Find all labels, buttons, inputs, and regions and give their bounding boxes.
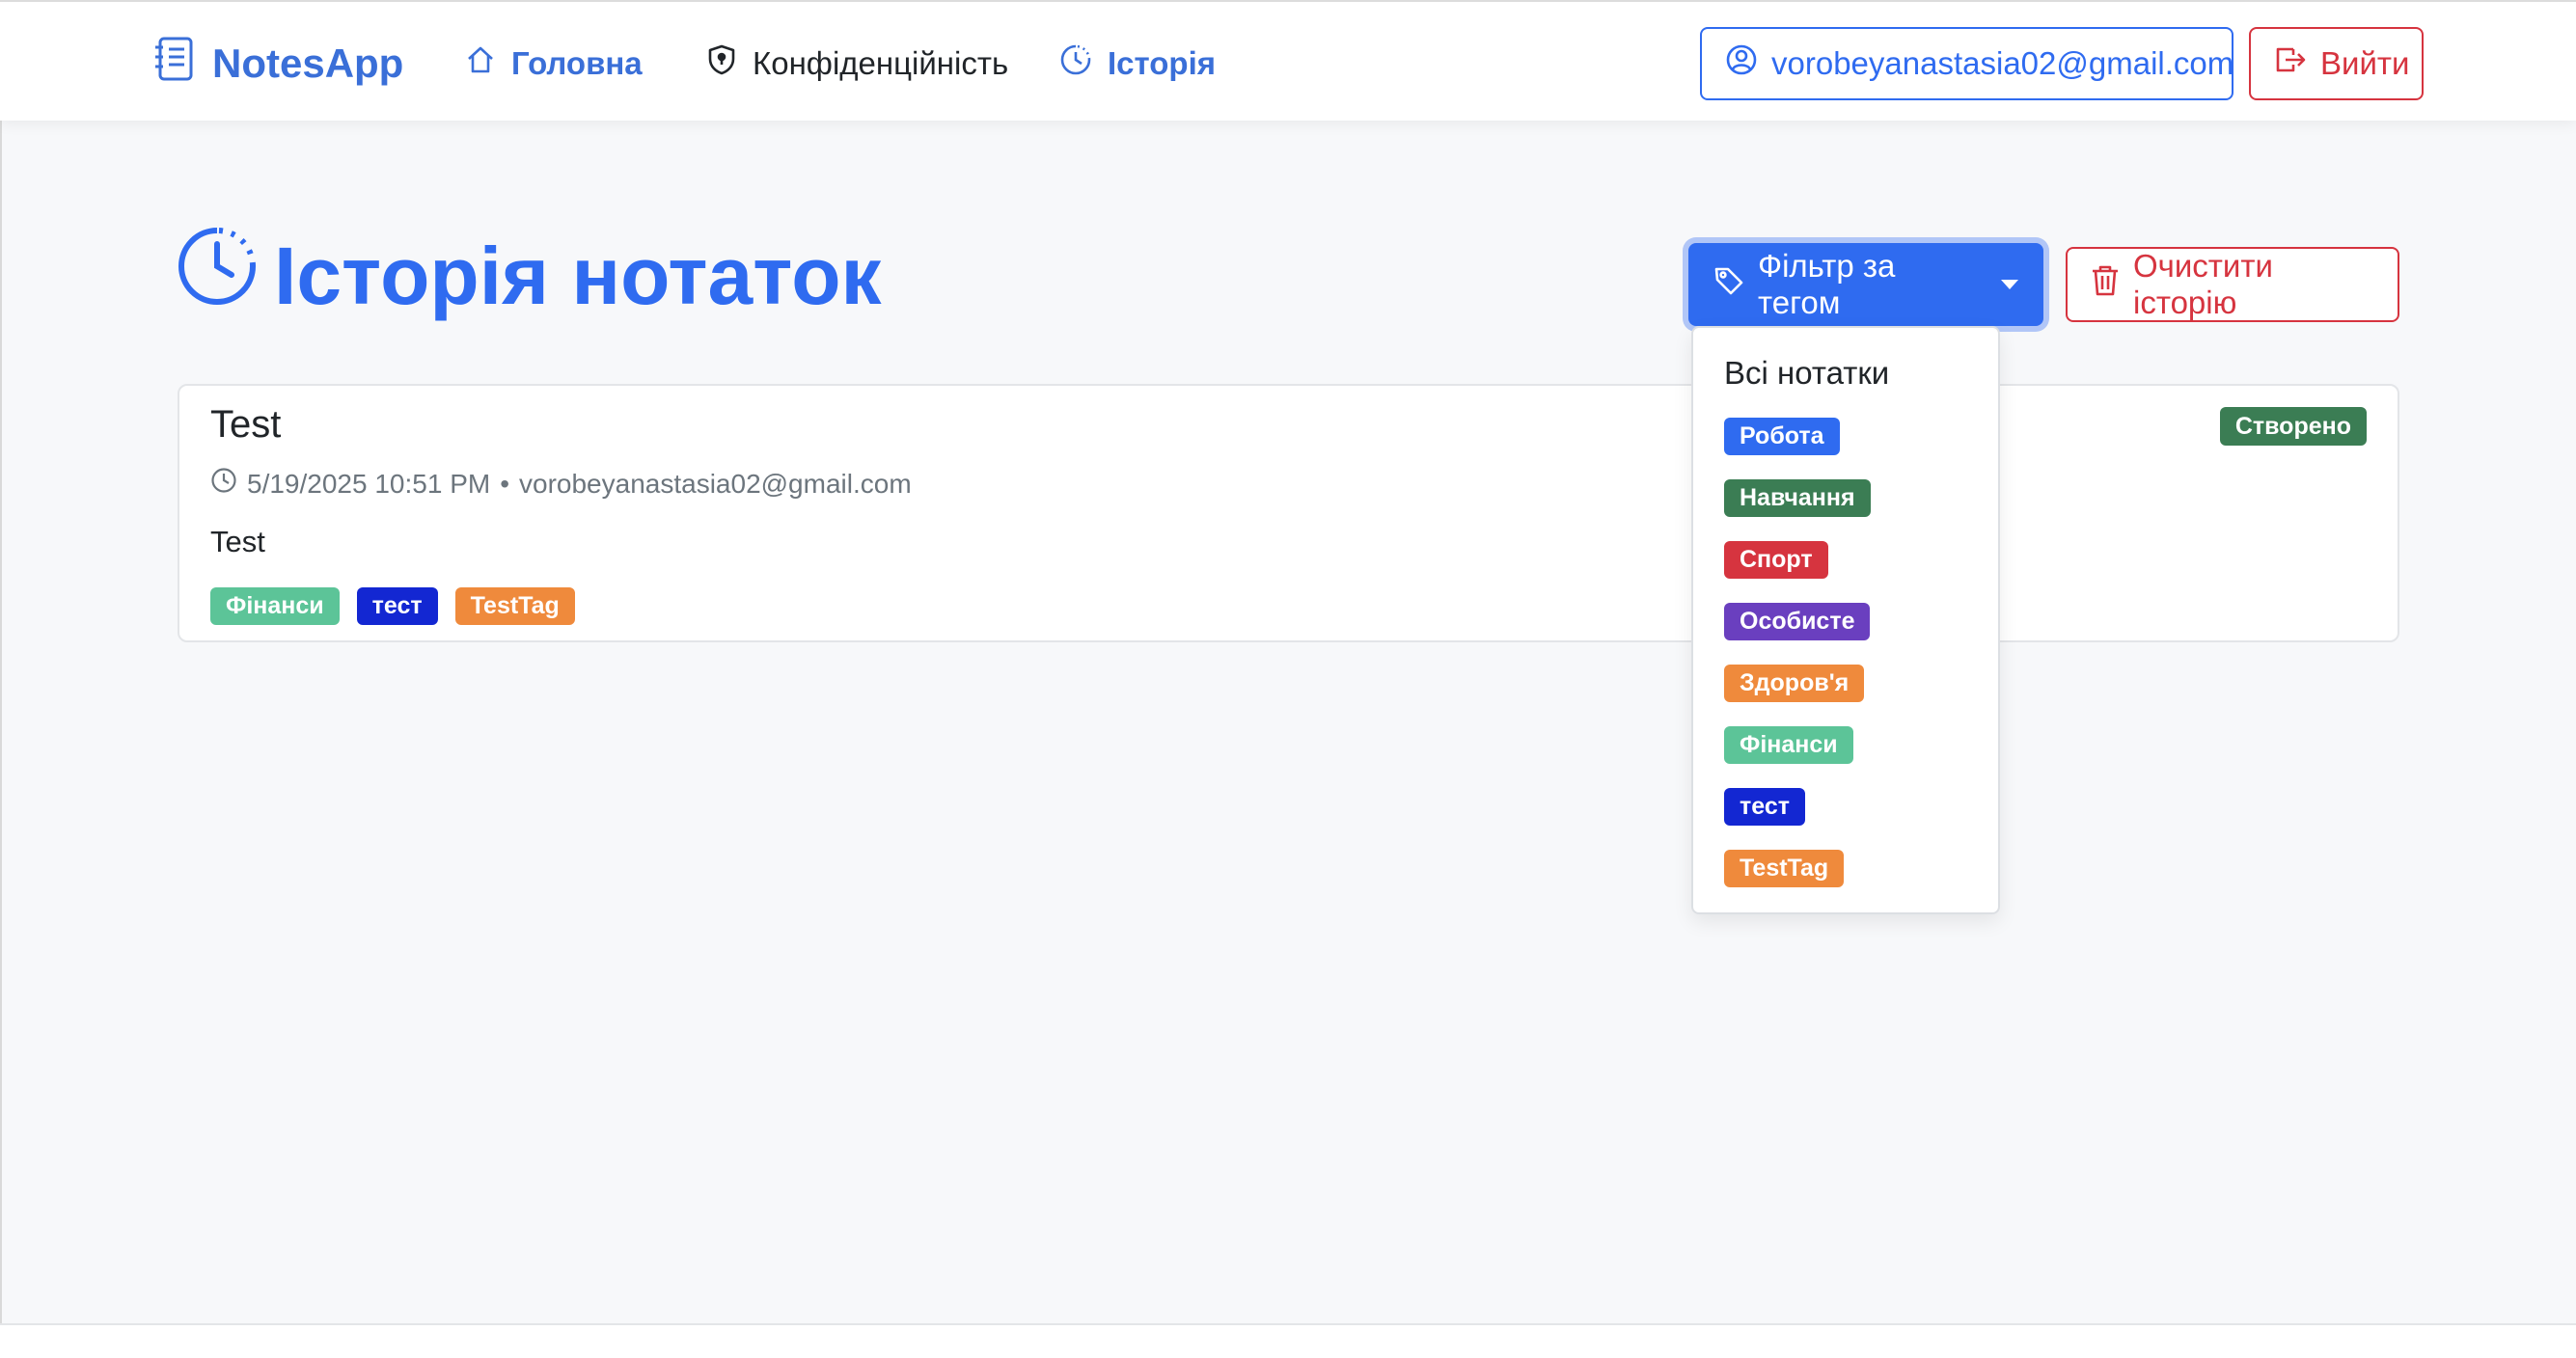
dropdown-item-tag[interactable]: Особисте	[1724, 603, 1871, 640]
shield-icon	[706, 43, 737, 84]
logout-icon	[2274, 45, 2307, 82]
dropdown-item-tag[interactable]: тест	[1724, 788, 1805, 826]
dropdown-item-all-notes[interactable]: Всі нотатки	[1724, 355, 1889, 392]
filter-button-label: Фільтр за тегом	[1758, 248, 1896, 320]
nav-privacy-label: Конфіденційність	[753, 45, 1009, 81]
note-tags: Фінанси тест TestTag	[210, 587, 575, 625]
clock-small-icon	[210, 467, 237, 501]
note-tag: тест	[356, 587, 438, 625]
note-tag: TestTag	[454, 587, 575, 625]
note-title: Test	[210, 403, 282, 446]
note-author: vorobeyanastasia02@gmail.com	[519, 468, 912, 499]
nav-home-label: Головна	[511, 45, 643, 81]
history-note-card[interactable]: Test 5/19/2025 10:51 PM • vorobeyanastas…	[178, 384, 2399, 642]
note-datetime: 5/19/2025 10:51 PM	[247, 468, 491, 499]
meta-separator: •	[500, 468, 510, 499]
status-badge: Створено	[2219, 407, 2367, 446]
brand-name: NotesApp	[212, 41, 404, 86]
nav-privacy[interactable]: Конфіденційність	[706, 37, 1008, 91]
clear-history-button[interactable]: Очистити історію	[2066, 247, 2399, 322]
dropdown-item-tag[interactable]: TestTag	[1724, 850, 1845, 887]
clock-icon	[1059, 43, 1092, 84]
user-circle-icon	[1725, 43, 1758, 84]
dropdown-item-tag[interactable]: Навчання	[1724, 479, 1871, 517]
brand-link[interactable]: NotesApp	[152, 37, 403, 91]
house-icon	[465, 44, 496, 83]
window-edge	[0, 0, 2, 1358]
logout-label: Вийти	[2320, 45, 2410, 81]
page-title-text: Історія нотаток	[274, 230, 882, 321]
tag-icon	[1713, 265, 1744, 304]
nav-history-label: Історія	[1108, 45, 1216, 81]
logout-button[interactable]: Вийти	[2249, 27, 2424, 100]
nav-history[interactable]: Історія	[1059, 37, 1216, 91]
note-meta: 5/19/2025 10:51 PM • vorobeyanastasia02@…	[210, 467, 912, 501]
page-title: Історія нотаток	[176, 228, 882, 322]
chevron-down-icon	[2001, 280, 2018, 289]
note-tag: Фінанси	[210, 587, 340, 625]
dropdown-item-tag[interactable]: Здоров'я	[1724, 665, 1865, 702]
footer	[0, 1323, 2576, 1358]
tag-filter-dropdown: Всі нотатки Робота Навчання Спорт Особис…	[1691, 326, 2000, 914]
filter-by-tag-button[interactable]: Фільтр за тегом	[1688, 243, 2043, 326]
clear-history-label: Очистити історію	[2133, 248, 2273, 320]
dropdown-item-tag[interactable]: Робота	[1724, 418, 1840, 455]
note-body: Test	[210, 525, 265, 558]
user-email: vorobeyanastasia02@gmail.com	[1771, 45, 2234, 81]
trash-icon	[2091, 264, 2120, 305]
history-clock-icon	[176, 225, 259, 327]
navbar: NotesApp Головна Конфіденційність Історі…	[0, 0, 2576, 121]
notebook-icon	[152, 36, 195, 92]
dropdown-item-tag[interactable]: Спорт	[1724, 541, 1828, 579]
nav-home[interactable]: Головна	[465, 37, 643, 91]
dropdown-item-tag[interactable]: Фінанси	[1724, 726, 1853, 764]
profile-button[interactable]: vorobeyanastasia02@gmail.com	[1700, 27, 2233, 100]
